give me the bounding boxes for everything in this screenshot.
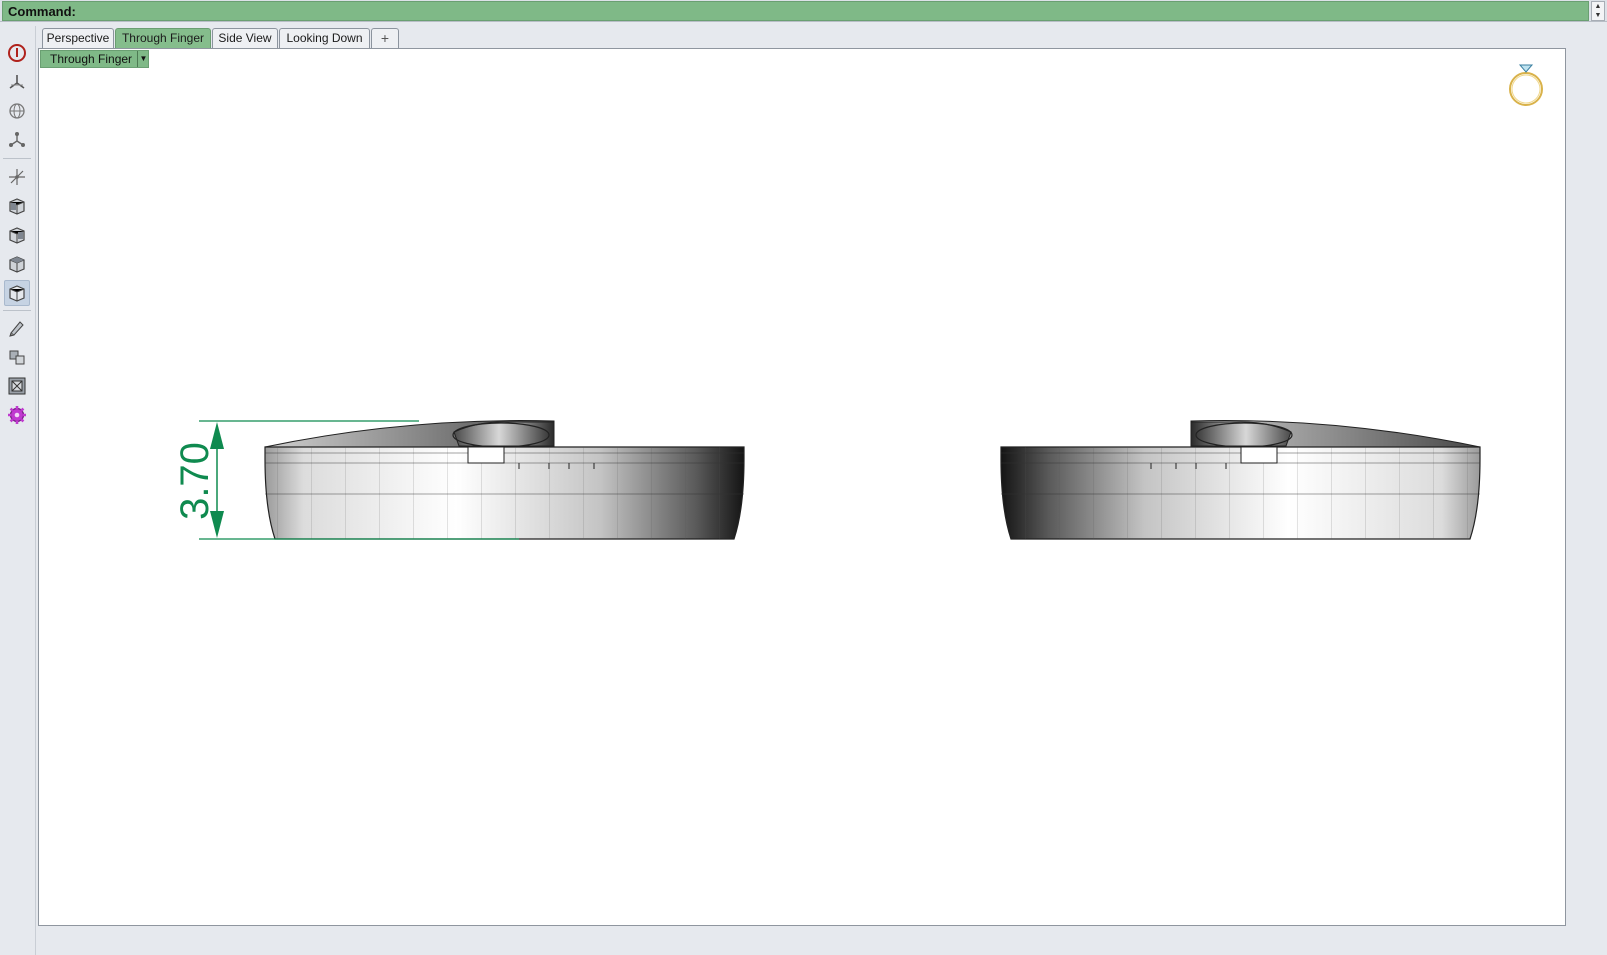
rhinogold-logo-icon[interactable] — [4, 40, 30, 66]
osnap-icon[interactable] — [4, 127, 30, 153]
viewport-title-label[interactable]: Through Finger ▼ — [40, 50, 149, 68]
box-view-icon-3[interactable] — [4, 251, 30, 277]
tab-looking-down[interactable]: Looking Down — [279, 28, 370, 48]
rhino-app-window: Command: ▲ ▼ Perspective Through Finger … — [0, 0, 1607, 955]
tab-label: Side View — [218, 31, 272, 45]
ring-model-render: 3.70 — [173, 64, 1543, 540]
viewport-tab-strip: Perspective Through Finger Side View Loo… — [38, 26, 1607, 48]
plane-icon[interactable] — [4, 69, 30, 95]
plus-icon: + — [380, 30, 390, 46]
command-input[interactable]: Command: — [2, 1, 1589, 21]
dimension-value-label: 3.70 — [173, 442, 217, 520]
viewport-through-finger[interactable]: 3.70 Through Finger ▼ — [38, 48, 1566, 926]
toolbar-separator — [3, 310, 31, 311]
scroll-down-icon[interactable]: ▼ — [1592, 11, 1604, 20]
tab-perspective[interactable]: Perspective — [42, 28, 114, 48]
chevron-down-icon[interactable]: ▼ — [137, 51, 149, 67]
gear-magenta-icon[interactable] — [4, 402, 30, 428]
toolbar-separator — [3, 158, 31, 159]
ring-right-half — [1000, 420, 1481, 540]
tab-side-view[interactable]: Side View — [212, 28, 278, 48]
tab-label: Through Finger — [121, 31, 205, 45]
box-view-icon-4[interactable] — [4, 280, 30, 306]
scroll-up-icon[interactable]: ▲ — [1592, 2, 1604, 11]
pencil-icon[interactable] — [4, 315, 30, 341]
viewport-title-text: Through Finger — [50, 52, 133, 66]
command-label: Command: — [8, 4, 76, 19]
box-view-icon-1[interactable] — [4, 193, 30, 219]
left-toolbar — [0, 26, 36, 955]
right-edge-panel — [1567, 22, 1607, 955]
tab-through-finger[interactable]: Through Finger — [115, 28, 211, 48]
ring-icon — [1509, 64, 1543, 106]
tab-label: Perspective — [46, 31, 110, 45]
ring-left-half — [264, 420, 745, 540]
gumball-axes-icon[interactable] — [4, 164, 30, 190]
box-view-icon-2[interactable] — [4, 222, 30, 248]
puzzle-icon[interactable] — [4, 344, 30, 370]
render-grid-icon[interactable] — [4, 373, 30, 399]
globe-icon[interactable] — [4, 98, 30, 124]
tab-label: Looking Down — [286, 31, 363, 45]
command-scrollbar[interactable]: ▲ ▼ — [1591, 1, 1605, 21]
command-bar: Command: ▲ ▼ — [0, 0, 1607, 22]
add-tab-button[interactable]: + — [371, 28, 399, 48]
